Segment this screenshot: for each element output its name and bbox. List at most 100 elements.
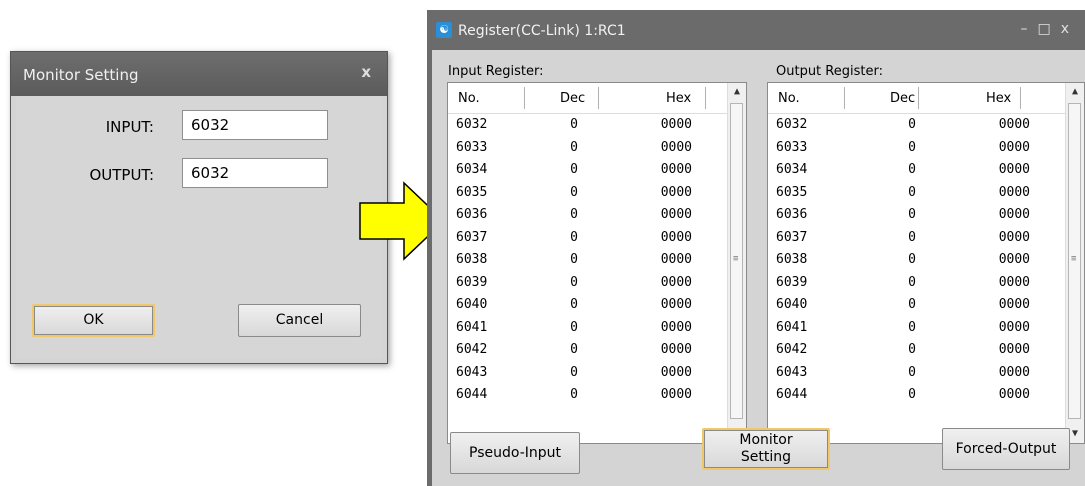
cell-dec: 0 — [570, 252, 578, 267]
cell-no: 6038 — [456, 252, 488, 267]
cell-hex: 0000 — [660, 229, 692, 245]
column-divider[interactable] — [1020, 87, 1021, 109]
table-row[interactable]: 6032 0 0000 — [448, 115, 728, 138]
cancel-button[interactable]: Cancel — [238, 304, 361, 337]
col-no[interactable]: No. — [458, 91, 480, 106]
table-row[interactable]: 6040 0 0000 — [448, 295, 728, 318]
output-scrollbar[interactable]: ▲ ≡ ▼ — [1065, 83, 1084, 443]
cell-dec: 0 — [570, 342, 578, 357]
cell-hex: 0000 — [660, 117, 692, 132]
column-divider[interactable] — [598, 87, 599, 109]
column-divider[interactable] — [844, 87, 845, 109]
table-row[interactable]: 6043 0 0000 — [768, 363, 1066, 386]
monitor-setting-button[interactable]: Monitor Setting — [702, 428, 830, 470]
dialog-titlebar: Monitor Setting x — [11, 52, 387, 96]
table-row[interactable]: 6036 0 0000 — [448, 205, 728, 228]
cell-no: 6044 — [776, 387, 808, 402]
close-icon[interactable]: x — [1061, 21, 1079, 37]
cell-no: 6044 — [456, 387, 488, 402]
col-hex[interactable]: Hex — [666, 91, 691, 106]
col-dec[interactable]: Dec — [560, 91, 585, 106]
input-label: INPUT: — [105, 118, 154, 136]
table-row[interactable]: 6035 0 0000 — [448, 183, 728, 206]
cell-dec: 0 — [908, 319, 916, 335]
cell-no: 6043 — [776, 364, 808, 380]
col-hex[interactable]: Hex — [986, 91, 1011, 106]
col-dec[interactable]: Dec — [890, 91, 915, 106]
table-row[interactable]: 6044 0 0000 — [448, 385, 728, 408]
table-row[interactable]: 6041 0 0000 — [768, 318, 1066, 341]
scroll-up-icon[interactable]: ▲ — [728, 83, 746, 101]
table-row[interactable]: 6042 0 0000 — [448, 340, 728, 363]
cell-hex: 0000 — [660, 387, 692, 402]
table-row[interactable]: 6033 0 0000 — [768, 138, 1066, 161]
cell-hex: 0000 — [660, 319, 692, 335]
table-row[interactable]: 6037 0 0000 — [448, 228, 728, 251]
cell-dec: 0 — [570, 229, 578, 245]
cell-hex: 0000 — [660, 364, 692, 380]
cell-hex: 0000 — [660, 342, 692, 357]
cell-no: 6036 — [776, 207, 808, 222]
cell-hex: 0000 — [998, 139, 1030, 155]
minimize-icon[interactable]: – — [1020, 21, 1037, 37]
table-row[interactable]: 6034 0 0000 — [768, 160, 1066, 183]
table-row[interactable]: 6034 0 0000 — [448, 160, 728, 183]
signal-icon: ☯ — [436, 22, 452, 38]
table-row[interactable]: 6040 0 0000 — [768, 295, 1066, 318]
table-row[interactable]: 6036 0 0000 — [768, 205, 1066, 228]
column-divider[interactable] — [705, 87, 706, 109]
cell-no: 6042 — [456, 342, 488, 357]
forced-output-button[interactable]: Forced-Output — [942, 428, 1070, 470]
cell-hex: 0000 — [660, 297, 692, 312]
scroll-thumb[interactable]: ≡ — [730, 103, 743, 419]
table-row[interactable]: 6037 0 0000 — [768, 228, 1066, 251]
table-row[interactable]: 6039 0 0000 — [768, 273, 1066, 296]
table-row[interactable]: 6038 0 0000 — [448, 250, 728, 273]
table-row[interactable]: 6033 0 0000 — [448, 138, 728, 161]
input-scrollbar[interactable]: ▲ ≡ ▼ — [727, 83, 746, 443]
cell-hex: 0000 — [660, 162, 692, 177]
cell-dec: 0 — [570, 274, 578, 290]
close-icon[interactable]: x — [361, 63, 371, 81]
cell-no: 6034 — [776, 162, 808, 177]
cell-hex: 0000 — [998, 319, 1030, 335]
input-register-table[interactable]: No. Dec Hex 6032 0 0000 6033 0 0000 6034 0 0000 6… — [447, 82, 747, 444]
output-register-label: Output Register: — [776, 64, 883, 79]
pseudo-input-button[interactable]: Pseudo-Input — [450, 432, 580, 474]
cell-no: 6034 — [456, 162, 488, 177]
table-header: No. Dec Hex — [768, 83, 1066, 114]
cell-no: 6032 — [776, 117, 808, 132]
cell-no: 6033 — [456, 139, 488, 155]
dialog-title: Monitor Setting — [23, 66, 139, 84]
cell-dec: 0 — [570, 162, 578, 177]
table-row[interactable]: 6043 0 0000 — [448, 363, 728, 386]
cell-hex: 0000 — [998, 342, 1030, 357]
column-divider[interactable] — [524, 87, 525, 109]
table-row[interactable]: 6044 0 0000 — [768, 385, 1066, 408]
col-no[interactable]: No. — [778, 91, 800, 106]
cell-hex: 0000 — [998, 364, 1030, 380]
pseudo-input-label: Pseudo-Input — [469, 445, 561, 461]
table-row[interactable]: 6039 0 0000 — [448, 273, 728, 296]
column-divider[interactable] — [918, 87, 919, 109]
cell-hex: 0000 — [660, 184, 692, 200]
cell-no: 6040 — [776, 297, 808, 312]
output-register-table[interactable]: No. Dec Hex 6032 0 0000 6033 0 0000 6034 0 0000 6… — [767, 82, 1085, 444]
scroll-thumb[interactable]: ≡ — [1068, 103, 1081, 419]
table-row[interactable]: 6042 0 0000 — [768, 340, 1066, 363]
table-row[interactable]: 6032 0 0000 — [768, 115, 1066, 138]
ok-button[interactable]: OK — [32, 304, 155, 337]
output-field[interactable] — [182, 158, 328, 188]
cell-hex: 0000 — [998, 387, 1030, 402]
table-row[interactable]: 6041 0 0000 — [448, 318, 728, 341]
maximize-icon[interactable]: □ — [1037, 21, 1060, 37]
table-row[interactable]: 6035 0 0000 — [768, 183, 1066, 206]
table-header: No. Dec Hex — [448, 83, 728, 114]
scroll-up-icon[interactable]: ▲ — [1066, 83, 1084, 101]
output-label: OUTPUT: — [89, 166, 154, 184]
cell-no: 6037 — [456, 229, 488, 245]
table-row[interactable]: 6038 0 0000 — [768, 250, 1066, 273]
monitor-setting-dialog: Monitor Setting x INPUT: OUTPUT: OK Canc… — [10, 51, 388, 364]
input-field[interactable] — [182, 110, 328, 140]
cell-no: 6039 — [776, 274, 808, 290]
